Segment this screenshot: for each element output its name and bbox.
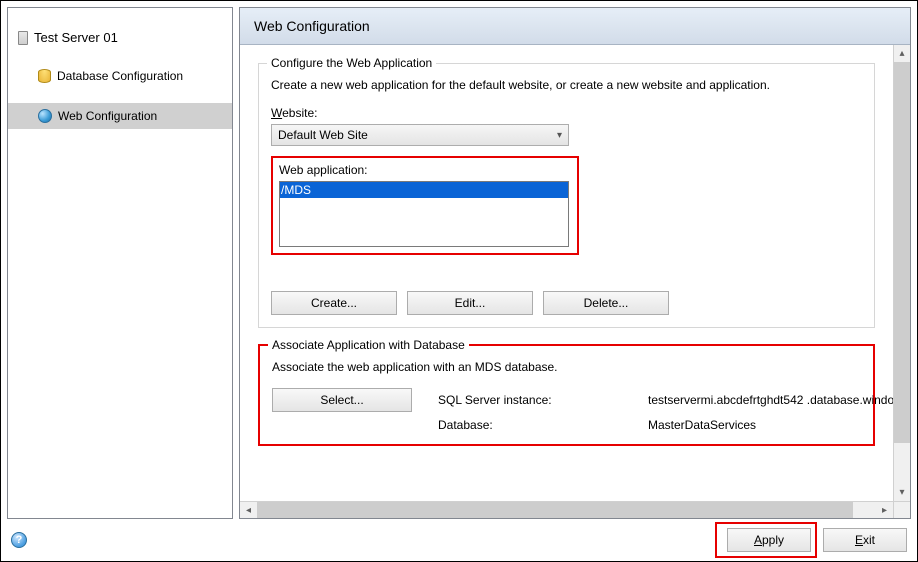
tree-node-server[interactable]: Test Server 01 (8, 26, 232, 49)
webapp-label: Web application: (279, 163, 571, 177)
scroll-up-arrow[interactable]: ▴ (894, 45, 910, 62)
website-label: Website: (271, 106, 862, 120)
create-button[interactable]: Create... (271, 291, 397, 315)
database-label: Database: (438, 418, 638, 432)
exit-button[interactable]: Exit (823, 528, 907, 552)
group-legend: Associate Application with Database (268, 338, 469, 352)
select-button[interactable]: Select... (272, 388, 412, 412)
config-window: Test Server 01 Database Configuration We… (0, 0, 918, 562)
scroll-down-arrow[interactable]: ▾ (894, 484, 910, 501)
sql-instance-label: SQL Server instance: (438, 393, 638, 407)
sidebar-item-label: Web Configuration (58, 109, 157, 123)
webapp-list-item[interactable]: /MDS (280, 182, 568, 198)
content-header: Web Configuration (240, 8, 910, 45)
website-dropdown[interactable]: Default Web Site ▾ (271, 124, 569, 146)
apply-highlight: Apply (715, 522, 817, 558)
page-title: Web Configuration (254, 18, 370, 34)
content-body-wrap: Configure the Web Application Create a n… (240, 45, 910, 501)
webapp-highlight: Web application: /MDS (271, 156, 579, 255)
associate-description: Associate the web application with an MD… (272, 360, 861, 374)
tree-node-web-config[interactable]: Web Configuration (8, 103, 232, 129)
associate-grid: Select... SQL Server instance: testserve… (272, 388, 861, 432)
help-icon[interactable]: ? (11, 532, 27, 548)
website-dropdown-value: Default Web Site (278, 128, 368, 142)
webapp-listbox[interactable]: /MDS (279, 181, 569, 247)
main-area: Test Server 01 Database Configuration We… (7, 7, 911, 519)
scrollbar-corner (893, 502, 910, 518)
globe-icon (38, 109, 52, 123)
sidebar: Test Server 01 Database Configuration We… (7, 7, 233, 519)
scroll-right-arrow[interactable]: ▸ (876, 502, 893, 518)
tree-node-db-config[interactable]: Database Configuration (8, 63, 232, 89)
sidebar-item-label: Database Configuration (57, 69, 183, 83)
footer: ? Apply Exit (1, 519, 917, 561)
apply-button[interactable]: Apply (727, 528, 811, 552)
edit-button[interactable]: Edit... (407, 291, 533, 315)
horizontal-scrollbar-row: ◂ ▸ (240, 501, 910, 518)
content-panel: Web Configuration Configure the Web Appl… (239, 7, 911, 519)
sql-instance-value: testservermi.abcdefrtghdt542 .database.w… (648, 393, 893, 407)
scroll-thumb-vertical[interactable] (894, 62, 910, 443)
configure-web-app-group: Configure the Web Application Create a n… (258, 63, 875, 328)
server-name-label: Test Server 01 (34, 30, 118, 45)
group-legend: Configure the Web Application (267, 56, 436, 70)
chevron-down-icon: ▾ (557, 130, 562, 141)
content-body: Configure the Web Application Create a n… (240, 45, 893, 501)
database-icon (38, 69, 51, 83)
associate-db-group: Associate Application with Database Asso… (258, 344, 875, 446)
server-icon (18, 31, 28, 45)
scroll-thumb-horizontal[interactable] (257, 502, 853, 518)
database-value: MasterDataServices (648, 418, 893, 432)
delete-button[interactable]: Delete... (543, 291, 669, 315)
scroll-left-arrow[interactable]: ◂ (240, 502, 257, 518)
horizontal-scrollbar[interactable]: ◂ ▸ (240, 502, 893, 518)
webapp-button-row: Create... Edit... Delete... (271, 291, 862, 315)
configure-description: Create a new web application for the def… (271, 78, 862, 92)
vertical-scrollbar[interactable]: ▴ ▾ (893, 45, 910, 501)
